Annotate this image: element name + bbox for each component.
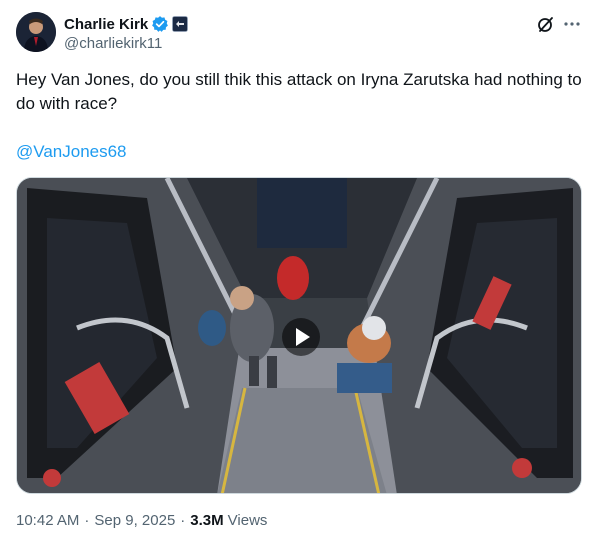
more-icon[interactable] (562, 14, 582, 34)
verified-badge-icon (151, 15, 169, 33)
play-icon (296, 328, 310, 346)
tweet-date[interactable]: Sep 9, 2025 (94, 512, 175, 529)
tweet-meta: 10:42 AM · Sep 9, 2025 · 3.3M Views (16, 512, 267, 529)
views-label: Views (227, 512, 268, 529)
affiliation-badge-icon[interactable] (172, 16, 189, 32)
grok-icon[interactable] (536, 14, 556, 34)
author-display-name[interactable]: Charlie Kirk (64, 16, 148, 33)
mention-link[interactable]: @VanJones68 (16, 140, 127, 164)
person-avatar-icon (16, 12, 56, 52)
avatar[interactable] (16, 12, 56, 52)
tweet-header: Charlie Kirk @charliekirk11 (16, 12, 582, 54)
tweet-text: Hey Van Jones, do you still thik this at… (16, 70, 582, 113)
views-count[interactable]: 3.3M (190, 512, 223, 529)
tweet-time[interactable]: 10:42 AM (16, 512, 79, 529)
meta-separator: · (84, 512, 90, 529)
video-media[interactable] (16, 177, 582, 494)
author-names: Charlie Kirk @charliekirk11 (64, 14, 189, 52)
author-handle[interactable]: @charliekirk11 (64, 35, 188, 52)
meta-separator: · (180, 512, 186, 529)
play-button[interactable] (282, 318, 320, 356)
